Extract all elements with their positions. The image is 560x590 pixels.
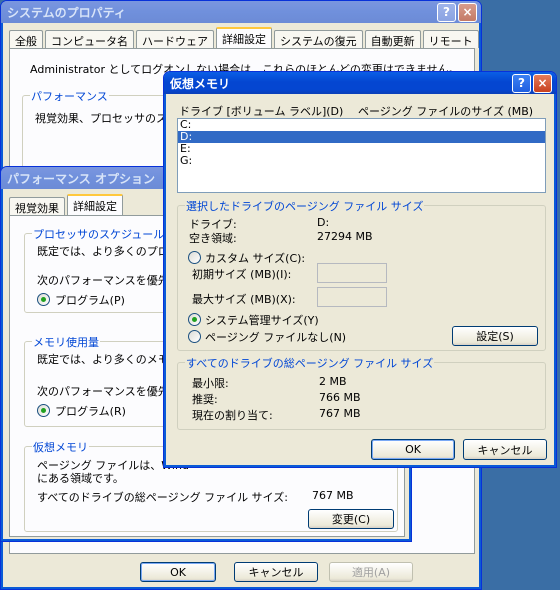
processor-program-radio[interactable] bbox=[37, 293, 50, 306]
free-space-label: 空き領域: bbox=[189, 232, 237, 245]
close-icon[interactable]: × bbox=[458, 2, 477, 22]
initial-size-label: 初期サイズ (MB)(I): bbox=[192, 268, 292, 281]
selected-drive-group-label: 選択したドライブのページング ファイル サイズ bbox=[185, 198, 425, 214]
initial-size-input[interactable] bbox=[317, 263, 387, 283]
tab-automatic-updates[interactable]: 自動更新 bbox=[364, 30, 421, 48]
virtual-memory-text-2: にある領域です。 bbox=[37, 472, 124, 485]
recommended-value: 766 MB bbox=[319, 391, 361, 404]
custom-size-radio[interactable] bbox=[188, 251, 201, 264]
ok-button[interactable]: OK bbox=[140, 562, 216, 582]
sysprops-tabs: 全般 コンピュータ名 ハードウェア 詳細設定 システムの復元 自動更新 リモート bbox=[9, 27, 481, 48]
set-button[interactable]: 設定(S) bbox=[452, 326, 538, 346]
processor-program-label[interactable]: プログラム(P) bbox=[55, 292, 125, 308]
virtual-memory-window: 仮想メモリ ? × ドライブ [ボリューム ラベル](D) ページング ファイル… bbox=[163, 71, 557, 468]
close-icon[interactable]: × bbox=[533, 73, 552, 93]
change-button[interactable]: 変更(C) bbox=[308, 509, 394, 529]
drive-list[interactable]: C: D: E: G: bbox=[177, 118, 546, 193]
tab-hardware[interactable]: ハードウェア bbox=[136, 30, 214, 48]
minimum-label: 最小限: bbox=[192, 377, 229, 390]
total-paging-group: すべてのドライブの総ページング ファイル サイズ 最小限: 2 MB 推奨: 7… bbox=[177, 355, 546, 430]
memory-program-label[interactable]: プログラム(R) bbox=[55, 403, 126, 419]
vm-ok-button[interactable]: OK bbox=[371, 439, 455, 460]
paging-size-column-header: ページング ファイルのサイズ (MB) bbox=[358, 105, 534, 118]
cancel-button[interactable]: キャンセル bbox=[234, 562, 318, 582]
drive-item-e[interactable]: E: bbox=[178, 143, 545, 155]
window-title: 仮想メモリ bbox=[170, 76, 231, 91]
system-managed-label[interactable]: システム管理サイズ(Y) bbox=[205, 312, 319, 328]
processor-scheduling-text: 既定では、より多くのプロセ bbox=[37, 245, 180, 258]
maximum-size-label: 最大サイズ (MB)(X): bbox=[192, 293, 296, 306]
recommended-label: 推奨: bbox=[192, 393, 218, 406]
memory-usage-label: メモリ使用量 bbox=[32, 334, 100, 350]
virtual-memory-label: 仮想メモリ bbox=[32, 439, 89, 455]
tab-general[interactable]: 全般 bbox=[9, 30, 43, 48]
free-space-value: 27294 MB bbox=[317, 230, 373, 243]
drive-column-header: ドライブ [ボリューム ラベル](D) bbox=[179, 105, 344, 118]
drive-item-c[interactable]: C: bbox=[178, 119, 545, 131]
tab-advanced[interactable]: 詳細設定 bbox=[67, 194, 123, 215]
system-properties-titlebar[interactable]: システムのプロパティ ? × bbox=[1, 1, 481, 23]
minimum-value: 2 MB bbox=[319, 375, 347, 388]
currently-allocated-value: 767 MB bbox=[319, 407, 361, 420]
apply-button[interactable]: 適用(A) bbox=[329, 562, 413, 582]
virtual-memory-total-label: すべてのドライブの総ページング ファイル サイズ: bbox=[37, 491, 288, 504]
selected-drive-group: 選択したドライブのページング ファイル サイズ ドライブ: D: 空き領域: 2… bbox=[177, 198, 546, 351]
help-icon[interactable]: ? bbox=[437, 2, 456, 22]
currently-allocated-label: 現在の割り当て: bbox=[192, 409, 273, 422]
virtual-memory-total-value: 767 MB bbox=[312, 489, 354, 502]
memory-program-radio[interactable] bbox=[37, 404, 50, 417]
memory-usage-group: メモリ使用量 既定では、より多くのメモリを 次のパフォーマンスを優先す プログラ… bbox=[24, 334, 191, 427]
no-paging-file-radio[interactable] bbox=[188, 330, 201, 343]
tab-system-restore[interactable]: システムの復元 bbox=[274, 30, 363, 48]
memory-priority-text: 次のパフォーマンスを優先す bbox=[37, 385, 180, 398]
window-title: システムのプロパティ bbox=[7, 5, 126, 20]
custom-size-label[interactable]: カスタム サイズ(C): bbox=[205, 250, 305, 266]
tab-remote[interactable]: リモート bbox=[422, 30, 479, 48]
processor-scheduling-label: プロセッサのスケジュール bbox=[32, 226, 166, 242]
tab-visual-effects[interactable]: 視覚効果 bbox=[9, 197, 65, 215]
tab-computer-name[interactable]: コンピュータ名 bbox=[45, 30, 134, 48]
drive-item-g[interactable]: G: bbox=[178, 155, 545, 167]
system-managed-radio[interactable] bbox=[188, 313, 201, 326]
drive-item-d[interactable]: D: bbox=[178, 131, 545, 143]
vm-cancel-button[interactable]: キャンセル bbox=[463, 439, 547, 460]
help-icon[interactable]: ? bbox=[512, 73, 531, 93]
total-paging-group-label: すべてのドライブの総ページング ファイル サイズ bbox=[185, 355, 435, 371]
tab-advanced[interactable]: 詳細設定 bbox=[216, 27, 272, 48]
virtual-memory-titlebar[interactable]: 仮想メモリ ? × bbox=[164, 72, 556, 94]
processor-scheduling-group: プロセッサのスケジュール 既定では、より多くのプロセ 次のパフォーマンスを優先す… bbox=[24, 226, 184, 313]
processor-priority-text: 次のパフォーマンスを優先す bbox=[37, 274, 180, 287]
performance-group-label: パフォーマンス bbox=[30, 88, 109, 104]
perfopts-tabs: 視覚効果 詳細設定 bbox=[9, 194, 125, 215]
drive-value: D: bbox=[317, 216, 330, 229]
no-paging-file-label[interactable]: ページング ファイルなし(N) bbox=[205, 329, 346, 345]
performance-text: 視覚効果、プロセッサのスケ bbox=[35, 112, 178, 125]
maximum-size-input[interactable] bbox=[317, 287, 387, 307]
